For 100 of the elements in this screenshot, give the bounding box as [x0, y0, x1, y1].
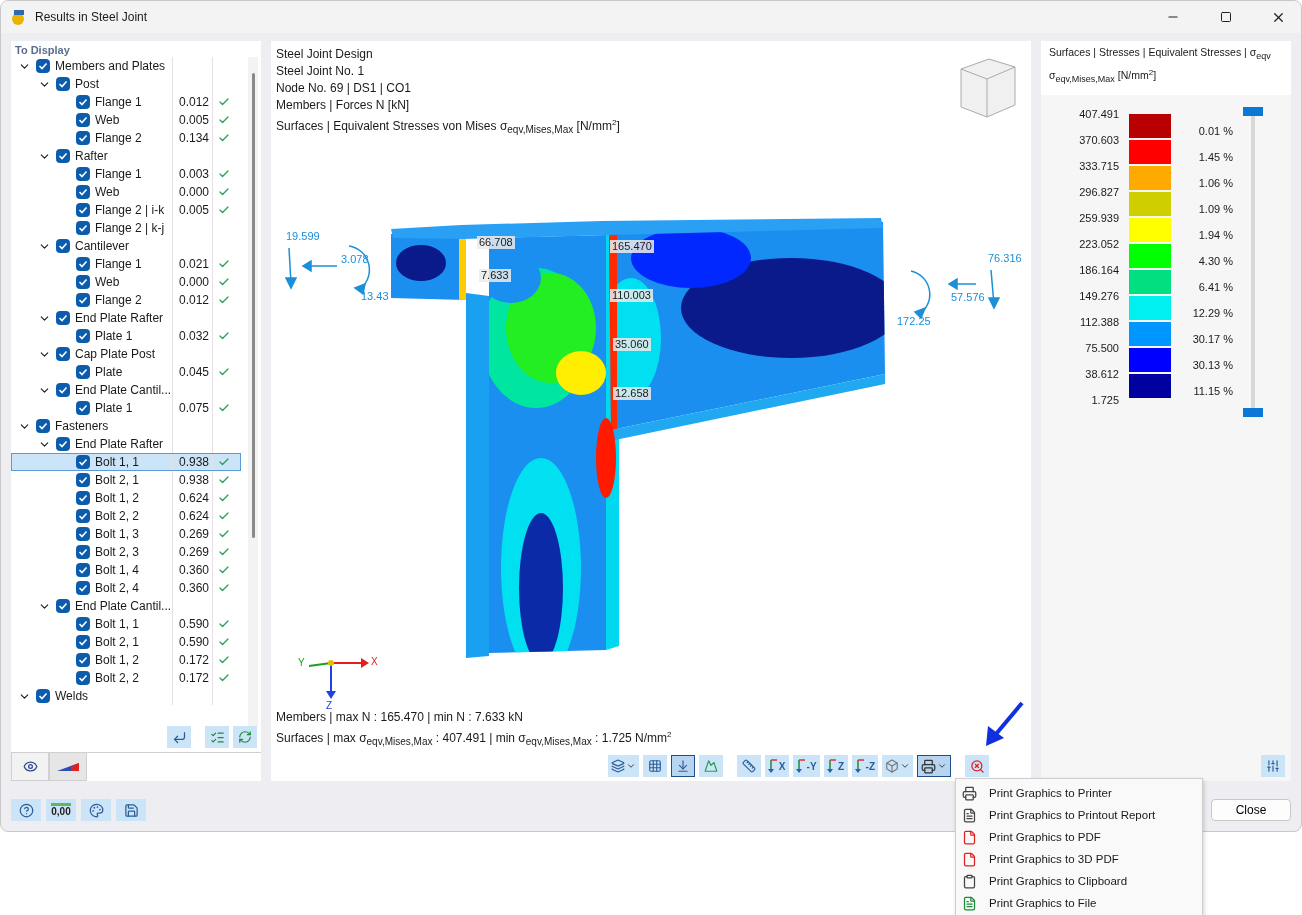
tree-row[interactable]: Bolt 2, 1 0.938: [11, 471, 241, 489]
checkbox[interactable]: [76, 653, 90, 667]
zoom-cancel-button[interactable]: [965, 755, 989, 777]
checkbox[interactable]: [76, 617, 90, 631]
load-button[interactable]: [670, 755, 695, 777]
checkbox[interactable]: [56, 599, 70, 613]
checkbox[interactable]: [76, 491, 90, 505]
tree-row[interactable]: Post: [11, 75, 241, 93]
checkbox[interactable]: [76, 113, 90, 127]
checkbox[interactable]: [76, 365, 90, 379]
tree-row[interactable]: Web 0.000: [11, 183, 241, 201]
checkbox[interactable]: [76, 671, 90, 685]
tree-row[interactable]: Bolt 2, 2 0.624: [11, 507, 241, 525]
tree-row[interactable]: Flange 2 | i-k 0.005: [11, 201, 241, 219]
axis-button[interactable]: X: [764, 755, 789, 777]
checkbox[interactable]: [56, 149, 70, 163]
menu-item[interactable]: Print Graphics to Clipboard: [956, 870, 1202, 892]
tree-row[interactable]: Bolt 1, 2 0.624: [11, 489, 241, 507]
tree-row[interactable]: Flange 2 | k-j: [11, 219, 241, 237]
jump-button[interactable]: [167, 726, 191, 748]
tree-row[interactable]: Flange 1 0.003: [11, 165, 241, 183]
tree-row[interactable]: End Plate Cantil...: [11, 597, 241, 615]
checkbox[interactable]: [76, 509, 90, 523]
checkbox[interactable]: [56, 77, 70, 91]
checkbox[interactable]: [36, 689, 50, 703]
scrollbar[interactable]: [248, 57, 258, 726]
tree-row[interactable]: Web 0.000: [11, 273, 241, 291]
tree-row[interactable]: End Plate Rafter: [11, 309, 241, 327]
color-scale-tab[interactable]: [49, 753, 87, 781]
checkbox[interactable]: [36, 419, 50, 433]
surface-button[interactable]: [607, 755, 639, 777]
slider-thumb[interactable]: [1243, 407, 1263, 417]
tree-row[interactable]: Flange 2 0.134: [11, 129, 241, 147]
mesh-button[interactable]: [642, 755, 667, 777]
checkbox[interactable]: [76, 257, 90, 271]
tree-row[interactable]: Bolt 1, 1 0.590: [11, 615, 241, 633]
checkbox[interactable]: [56, 239, 70, 253]
axis-button[interactable]: -Y: [792, 755, 820, 777]
checkbox[interactable]: [76, 221, 90, 235]
checkbox[interactable]: [76, 473, 90, 487]
checkbox[interactable]: [56, 347, 70, 361]
decimals-button[interactable]: 0,00: [46, 799, 76, 821]
slider-thumb[interactable]: [1243, 106, 1263, 116]
close-dialog-button[interactable]: Close: [1211, 799, 1291, 821]
check-all-button[interactable]: [205, 726, 229, 748]
tree-row[interactable]: Bolt 2, 2 0.172: [11, 669, 241, 687]
tree-row[interactable]: Web 0.005: [11, 111, 241, 129]
tree-row[interactable]: Fasteners: [11, 417, 241, 435]
measure-button[interactable]: [736, 755, 761, 777]
tree-row[interactable]: Bolt 2, 3 0.269: [11, 543, 241, 561]
legend-settings-button[interactable]: [1261, 755, 1285, 777]
tree-row[interactable]: Bolt 1, 1 0.938: [11, 453, 241, 471]
tree-row[interactable]: Members and Plates: [11, 57, 241, 75]
checkbox[interactable]: [76, 95, 90, 109]
checkbox[interactable]: [76, 167, 90, 181]
toggle-all-button[interactable]: [233, 726, 257, 748]
tree-row[interactable]: Plate 1 0.075: [11, 399, 241, 417]
print-button[interactable]: [917, 755, 951, 777]
tree-row[interactable]: Flange 2 0.012: [11, 291, 241, 309]
checkbox[interactable]: [76, 545, 90, 559]
menu-item[interactable]: Print Graphics to Printout Report: [956, 804, 1202, 826]
tree-row[interactable]: Bolt 2, 4 0.360: [11, 579, 241, 597]
checkbox[interactable]: [76, 527, 90, 541]
checkbox[interactable]: [36, 59, 50, 73]
checkbox[interactable]: [76, 455, 90, 469]
checkbox[interactable]: [76, 635, 90, 649]
checkbox[interactable]: [76, 563, 90, 577]
tree-row[interactable]: Bolt 1, 4 0.360: [11, 561, 241, 579]
help-button[interactable]: [11, 799, 41, 821]
tree-row[interactable]: Cap Plate Post: [11, 345, 241, 363]
tree-row[interactable]: Plate 1 0.032: [11, 327, 241, 345]
tree-row[interactable]: Flange 1 0.021: [11, 255, 241, 273]
visibility-tab[interactable]: [11, 753, 49, 781]
tree-row[interactable]: Bolt 1, 2 0.172: [11, 651, 241, 669]
save-button[interactable]: [116, 799, 146, 821]
menu-item[interactable]: Print Graphics to PDF: [956, 826, 1202, 848]
checkbox[interactable]: [76, 275, 90, 289]
checkbox[interactable]: [76, 581, 90, 595]
checkbox[interactable]: [56, 311, 70, 325]
tree-row[interactable]: End Plate Cantil...: [11, 381, 241, 399]
tree-row[interactable]: Welds: [11, 687, 241, 705]
checkbox[interactable]: [76, 293, 90, 307]
menu-item[interactable]: Print Graphics to Printer: [956, 782, 1202, 804]
menu-item[interactable]: Print Graphics to 3D PDF: [956, 848, 1202, 870]
axis-button[interactable]: Z: [823, 755, 848, 777]
checkbox[interactable]: [56, 383, 70, 397]
menu-item[interactable]: Print Graphics to File: [956, 892, 1202, 914]
tree-row[interactable]: Flange 1 0.012: [11, 93, 241, 111]
checkbox[interactable]: [76, 401, 90, 415]
checkbox[interactable]: [76, 131, 90, 145]
checkbox[interactable]: [76, 329, 90, 343]
tree-row[interactable]: Plate 0.045: [11, 363, 241, 381]
checkbox[interactable]: [76, 185, 90, 199]
checkbox[interactable]: [56, 437, 70, 451]
checkbox[interactable]: [76, 203, 90, 217]
axis-button[interactable]: -Z: [851, 755, 878, 777]
tree-row[interactable]: Cantilever: [11, 237, 241, 255]
tree-row[interactable]: Bolt 2, 1 0.590: [11, 633, 241, 651]
tree-row[interactable]: Bolt 1, 3 0.269: [11, 525, 241, 543]
color-text-button[interactable]: [81, 799, 111, 821]
